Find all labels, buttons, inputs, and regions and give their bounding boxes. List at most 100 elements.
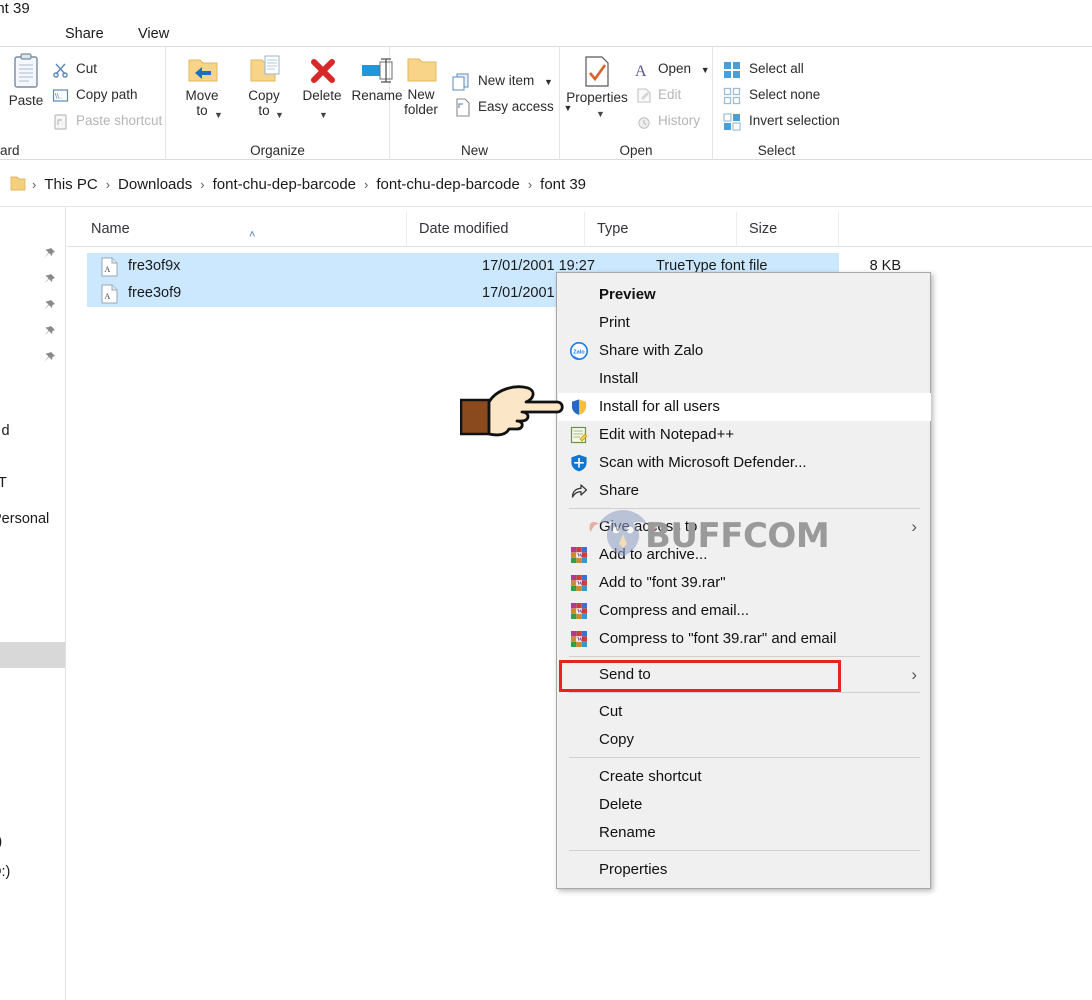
sidebar-item-this-pc[interactable]: This PC	[0, 567, 65, 593]
paste-button[interactable]: Paste	[0, 53, 57, 108]
easy-access-label: Easy access	[478, 99, 554, 114]
menu-item-add-to-font39-rar[interactable]: W Add to "font 39.rar"	[558, 569, 931, 597]
new-folder-icon	[407, 58, 437, 82]
menu-item-preview-label: Preview	[599, 286, 656, 303]
sidebar-item-it[interactable]: T	[0, 470, 65, 496]
open-label: Open	[658, 61, 692, 76]
sidebar-item-volume-d[interactable]: me (D:)	[0, 859, 65, 885]
menu-item-scan-with-defender[interactable]: Scan with Microsoft Defender...	[558, 449, 931, 477]
menu-item-copy-label: Copy	[599, 731, 635, 748]
menu-item-compress-to-font39-rar-and-email[interactable]: W Compress to "font 39.rar" and email	[558, 625, 931, 653]
select-all-button[interactable]: Select all	[723, 56, 804, 82]
column-header-type[interactable]: Type	[585, 212, 737, 246]
tab-view[interactable]: View	[128, 21, 179, 47]
truetype-font-file-icon: A	[101, 284, 118, 304]
pin-icon[interactable]	[42, 247, 56, 261]
menu-item-delete[interactable]: Delete	[558, 791, 931, 819]
select-none-button[interactable]: Select none	[723, 82, 820, 108]
breadcrumb-item-downloads[interactable]: Downloads	[112, 176, 198, 193]
notepadpp-icon	[570, 426, 588, 444]
edit-label: Edit	[658, 87, 682, 102]
breadcrumb-item-font-chu-dep-barcode-1[interactable]: font-chu-dep-barcode	[207, 176, 362, 193]
new-folder-button[interactable]: New folder	[390, 53, 452, 117]
sidebar-item-quick-access[interactable]: Quick access	[0, 215, 65, 241]
cut-button[interactable]: Cut	[50, 56, 97, 82]
defender-icon	[571, 454, 587, 472]
easy-access-button[interactable]: Easy access ▼	[452, 94, 572, 120]
menu-item-give-access-to[interactable]: Give access to ›	[558, 513, 931, 541]
sidebar-item-documents-2[interactable]: Documents	[0, 444, 65, 470]
group-label-new: New	[460, 143, 488, 158]
open-button[interactable]: A Open ▼	[632, 56, 710, 82]
menu-item-preview[interactable]: Preview	[558, 281, 931, 309]
tab-share[interactable]: Share	[55, 21, 114, 47]
delete-dropdown-arrow[interactable]: ▼	[319, 110, 328, 120]
sidebar-item-desktop[interactable]: Desktop	[0, 241, 65, 267]
clipboard-icon	[14, 53, 38, 88]
copy-to-button[interactable]: Copy to ▼	[233, 53, 295, 120]
breadcrumb-item-font-chu-dep-barcode-2[interactable]: font-chu-dep-barcode	[370, 176, 525, 193]
menu-item-add-to-font39-rar-label: Add to "font 39.rar"	[599, 574, 726, 591]
sidebar-label-volume-d: me (D:)	[0, 864, 11, 880]
new-folder-label: New	[407, 87, 435, 102]
sidebar-item-documents-3[interactable]: Documents	[0, 616, 65, 642]
sort-ascending-icon: ˄	[249, 229, 256, 241]
select-none-label: Select none	[749, 87, 821, 102]
menu-item-send-to[interactable]: Send to ›	[558, 661, 931, 689]
breadcrumb-separator-2: ›	[200, 176, 205, 192]
copy-path-button[interactable]: \\.. Copy path	[50, 82, 138, 108]
properties-button[interactable]: Properties ▼	[566, 53, 628, 119]
pin-icon[interactable]	[42, 273, 56, 287]
new-item-dropdown-arrow[interactable]: ▼	[544, 77, 553, 87]
menu-item-print[interactable]: Print	[558, 309, 931, 337]
menu-item-compress-and-email[interactable]: W Compress and email...	[558, 597, 931, 625]
new-item-icon	[452, 73, 469, 91]
sidebar-item-bai-huong-dan[interactable]: o hướng d	[0, 418, 65, 444]
pin-icon[interactable]	[42, 325, 56, 339]
menu-item-properties-label: Properties	[599, 861, 668, 878]
breadcrumb-item-font-39[interactable]: font 39	[534, 176, 592, 193]
invert-selection-button[interactable]: Invert selection	[723, 108, 840, 134]
column-header-name[interactable]: Name ˄	[79, 212, 407, 246]
column-header-date-modified[interactable]: Date modified	[407, 212, 585, 246]
select-all-icon	[724, 62, 740, 78]
sidebar-item-downloads-2[interactable]: Downloads	[0, 642, 65, 668]
menu-item-share-with-zalo[interactable]: Zalo Share with Zalo	[558, 337, 931, 365]
menu-item-properties[interactable]: Properties	[558, 856, 931, 884]
menu-item-create-shortcut[interactable]: Create shortcut	[558, 763, 931, 791]
context-menu: Preview Print Zalo Share with Zalo Insta…	[556, 272, 931, 889]
group-label-organize: Organize	[250, 143, 305, 158]
menu-item-share[interactable]: Share	[558, 477, 931, 505]
sidebar-item-onedrive-personal[interactable]: Personal	[0, 506, 65, 532]
file-explorer-window: ont 39 Share View Paste	[0, 0, 1092, 1000]
sidebar-item-local-disk-c[interactable]: (C:)	[0, 829, 65, 855]
menu-item-add-to-archive[interactable]: W Add to archive...	[558, 541, 931, 569]
history-button: History	[632, 108, 700, 134]
menu-item-print-label: Print	[599, 314, 630, 331]
move-to-button[interactable]: Move to ▼	[171, 53, 233, 120]
sidebar-item-downloads[interactable]: Downloads	[0, 293, 65, 319]
menu-item-copy[interactable]: Copy	[558, 726, 931, 754]
column-header-size[interactable]: Size	[737, 212, 839, 246]
move-to-dropdown-arrow[interactable]: ▼	[214, 110, 223, 120]
menu-item-rename[interactable]: Rename	[558, 819, 931, 847]
breadcrumb-item-this-pc[interactable]: This PC	[38, 176, 103, 193]
menu-separator	[569, 692, 920, 693]
properties-dropdown-arrow[interactable]: ▼	[596, 109, 605, 119]
menu-item-install-for-all-users[interactable]: Install for all users	[558, 393, 931, 421]
menu-item-install-label: Install	[599, 370, 639, 387]
open-dropdown-arrow[interactable]: ▼	[701, 65, 710, 75]
sidebar-item-pictures[interactable]: Pictures	[0, 319, 65, 345]
pin-icon[interactable]	[42, 351, 56, 365]
menu-item-install[interactable]: Install	[558, 365, 931, 393]
sidebar-item-documents[interactable]: Documents	[0, 267, 65, 293]
pin-icon[interactable]	[42, 299, 56, 313]
copy-to-dropdown-arrow[interactable]: ▼	[275, 110, 284, 120]
new-item-button[interactable]: New item ▼	[452, 68, 553, 94]
invert-selection-label: Invert selection	[749, 113, 840, 128]
sidebar-label-it: T	[0, 470, 7, 496]
menu-item-cut[interactable]: Cut	[558, 698, 931, 726]
menu-item-edit-with-notepadpp[interactable]: Edit with Notepad++	[558, 421, 931, 449]
sidebar-item-music[interactable]: Music	[0, 345, 65, 371]
select-none-icon	[723, 87, 741, 105]
